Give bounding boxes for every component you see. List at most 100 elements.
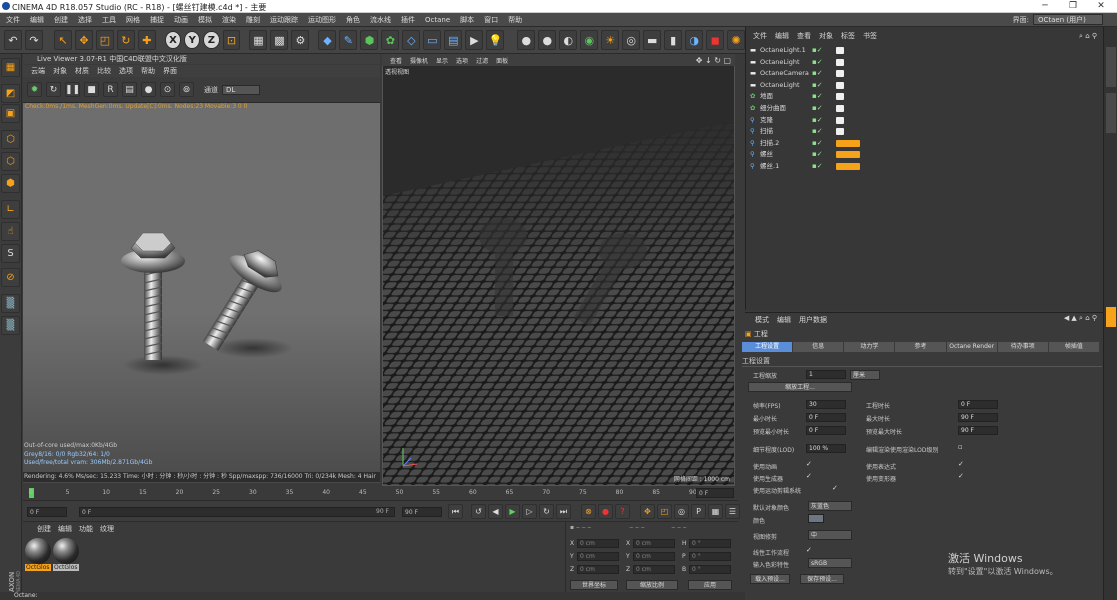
move-icon[interactable]: ✥ (74, 30, 93, 50)
render-lod-checkbox[interactable]: ▫ (958, 443, 963, 451)
tab-interpolation[interactable]: 帧插值 (1048, 342, 1099, 352)
menu-mograph[interactable]: 运动图形 (308, 15, 336, 25)
send-scene-icon[interactable]: ✹ (27, 82, 42, 97)
autokey-icon[interactable]: ? (615, 504, 630, 519)
floor-icon[interactable]: ▭ (423, 30, 442, 50)
menu-help[interactable]: 帮助 (508, 15, 522, 25)
fps-input[interactable]: 30 (806, 400, 846, 409)
menu-animate[interactable]: 动画 (174, 15, 188, 25)
key-scale-icon[interactable]: ◰ (657, 504, 672, 519)
render-settings-icon[interactable]: ⚙ (291, 30, 310, 50)
material-swatch[interactable]: OctGlos (53, 538, 79, 571)
visibility-check-icon[interactable]: ▪✓ (812, 80, 823, 91)
octane-half-sphere-icon[interactable]: ◑ (685, 30, 704, 50)
linear-workflow-checkbox[interactable]: ✓ (806, 546, 812, 554)
octane-ies-icon[interactable]: ▮ (664, 30, 683, 50)
snap-icon[interactable]: S (1, 244, 20, 263)
channel-dropdown[interactable]: DL (222, 84, 260, 95)
record-icon[interactable]: ● (598, 504, 613, 519)
current-frame-slider[interactable]: 0 F (79, 507, 395, 517)
play-icon[interactable]: ▶ (505, 504, 520, 519)
tab-project-settings[interactable]: 工程设置 (742, 342, 793, 352)
material-preview-icon[interactable]: ● (141, 82, 156, 97)
preview-max-input[interactable]: 90 F (958, 426, 998, 435)
octane-sphere-3-icon[interactable]: ◐ (559, 30, 578, 50)
octane-target-icon[interactable]: ◎ (622, 30, 641, 50)
use-expressions-checkbox[interactable]: ✓ (958, 460, 964, 468)
render-picture-viewer-icon[interactable]: ▩ (270, 30, 289, 50)
object-row[interactable]: ✿ 细分曲面 ▪✓ (746, 103, 1103, 114)
edge-mode-icon[interactable]: ⬡ (1, 152, 20, 171)
visibility-check-icon[interactable]: ▪✓ (812, 126, 823, 137)
lv-menu-compare[interactable]: 比较 (97, 66, 111, 76)
object-tag-icon[interactable] (836, 128, 844, 136)
preview-min-input[interactable]: 0 F (806, 426, 846, 435)
deformer-icon[interactable]: ◇ (402, 30, 421, 50)
y-axis-lock-icon[interactable]: Y (184, 31, 201, 49)
go-to-start-icon[interactable]: ⏮ (448, 504, 463, 519)
start-frame-field[interactable]: 0 F (27, 507, 67, 517)
use-generators-checkbox[interactable]: ✓ (806, 472, 812, 480)
octane-area-light-icon[interactable]: ▬ (643, 30, 662, 50)
coord-value-input[interactable]: 0 cm (633, 539, 675, 548)
lv-menu-help[interactable]: 帮助 (141, 66, 155, 76)
menu-tools[interactable]: 工具 (102, 15, 116, 25)
visibility-check-icon[interactable]: ▪✓ (812, 149, 823, 160)
workplane-mode-icon[interactable]: ▣ (1, 104, 20, 123)
octane-environment-icon[interactable]: ◉ (580, 30, 599, 50)
go-to-end-icon[interactable]: ⏭ (556, 504, 571, 519)
grid-plane-icon[interactable]: ▤ (444, 30, 463, 50)
undo-icon[interactable]: ↶ (4, 30, 22, 50)
key-pla-icon[interactable]: ▦ (708, 504, 723, 519)
tab-dynamics[interactable]: 动力学 (844, 342, 895, 352)
vp-menu-camera[interactable]: 摄像机 (410, 56, 428, 65)
obj-menu-object[interactable]: 对象 (819, 31, 833, 41)
object-row[interactable]: ⚲ 螺丝.1 ▪✓ (746, 161, 1103, 172)
use-animation-checkbox[interactable]: ✓ (806, 460, 812, 468)
pick-focus-icon[interactable]: ⊙ (160, 82, 175, 97)
menu-create[interactable]: 创建 (54, 15, 68, 25)
min-time-input[interactable]: 0 F (806, 413, 846, 422)
minimize-button[interactable]: ─ (1031, 0, 1059, 13)
load-preset-button[interactable]: 载入预设... (750, 574, 790, 584)
view-clip-dropdown[interactable]: 中 (808, 530, 852, 540)
axis-icon[interactable]: ∟ (1, 200, 20, 219)
timeline-frame-end[interactable]: 0 F (696, 488, 734, 498)
mat-menu-texture[interactable]: 纹理 (100, 524, 114, 534)
use-deformers-checkbox[interactable]: ✓ (958, 472, 964, 480)
visibility-check-icon[interactable]: ▪✓ (812, 115, 823, 126)
workplane-icon[interactable]: ⊘ (1, 268, 20, 287)
object-tag-icon[interactable] (836, 93, 844, 101)
key-move-icon[interactable]: ✥ (640, 504, 655, 519)
color-swatch[interactable] (808, 514, 824, 523)
render-view-icon[interactable]: ▦ (249, 30, 268, 50)
menu-simulate[interactable]: 模拟 (198, 15, 212, 25)
interface-dropdown[interactable]: OCtaen (用户) (1033, 14, 1103, 25)
tab-reference[interactable]: 参考 (895, 342, 946, 352)
object-row[interactable]: ▬ OctaneLight ▪✓ (746, 57, 1103, 68)
lv-menu-object[interactable]: 对象 (53, 66, 67, 76)
obj-nav-icons[interactable]: ⌕ ⌂ ⚲ (1079, 32, 1097, 41)
visibility-check-icon[interactable]: ▪✓ (812, 161, 823, 172)
tweak-icon[interactable]: ☝ (1, 222, 20, 241)
visibility-check-icon[interactable]: ▪✓ (812, 91, 823, 102)
timeline-ruler[interactable]: 0 5 10 15 20 25 30 35 40 45 50 55 60 65 70 75 80 85 90 0 F (23, 486, 738, 500)
mat-menu-edit[interactable]: 编辑 (58, 524, 72, 534)
obj-menu-tags[interactable]: 标签 (841, 31, 855, 41)
visibility-check-icon[interactable]: ▪✓ (812, 57, 823, 68)
obj-menu-edit[interactable]: 编辑 (775, 31, 789, 41)
attr-menu-userdata[interactable]: 用户数据 (799, 315, 827, 325)
dock-tab-objects[interactable] (1106, 47, 1116, 87)
coord-value-input[interactable]: 0 cm (577, 552, 619, 561)
vp-menu-filter[interactable]: 过滤 (476, 56, 488, 65)
menu-render[interactable]: 渲染 (222, 15, 236, 25)
end-frame-field[interactable]: 90 F (402, 507, 442, 517)
attr-menu-edit[interactable]: 编辑 (777, 315, 791, 325)
object-row[interactable]: ▬ OctaneLight ▪✓ (746, 80, 1103, 91)
menu-sculpt[interactable]: 雕刻 (246, 15, 260, 25)
object-tag-icon[interactable] (836, 139, 860, 147)
polygon-mode-icon[interactable]: ⬢ (1, 174, 20, 193)
object-row[interactable]: ▬ OctaneCamera ▪✓ (746, 68, 1103, 79)
pick-white-balance-icon[interactable]: ⊚ (179, 82, 194, 97)
coord-value-input[interactable]: 0 cm (577, 539, 619, 548)
